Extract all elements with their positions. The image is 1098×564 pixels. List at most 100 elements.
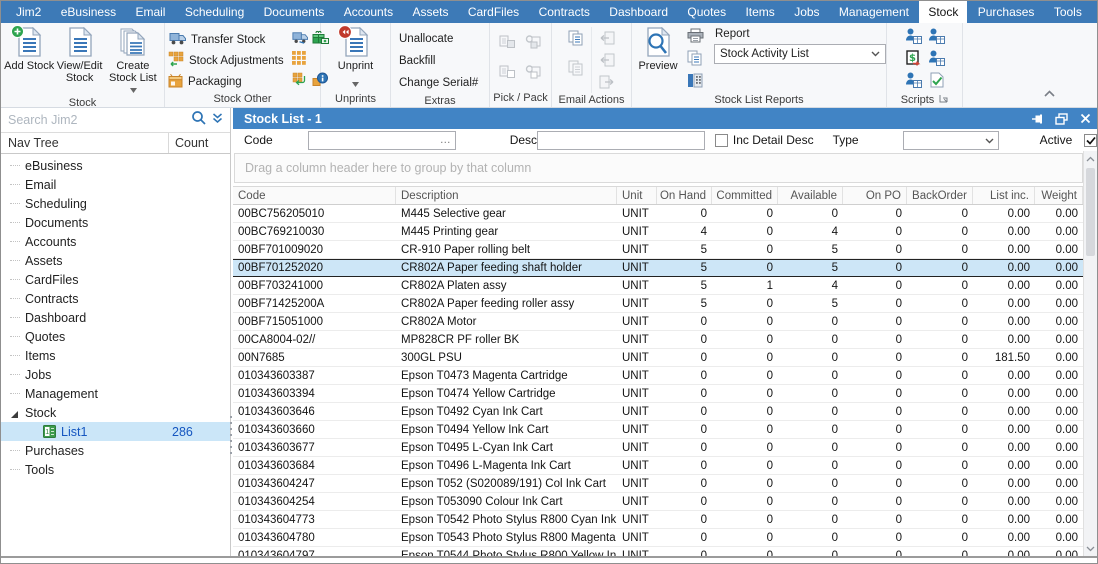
menubar-tab-stock[interactable]: Stock xyxy=(919,1,967,23)
table-row[interactable]: 00BF701252020CR802A Paper feeding shaft … xyxy=(233,259,1083,277)
nav-item-scheduling[interactable]: Scheduling xyxy=(1,194,230,213)
nav-item-documents[interactable]: Documents xyxy=(1,213,230,232)
menubar-tab-management[interactable]: Management xyxy=(830,1,918,23)
nav-item-management[interactable]: Management xyxy=(1,384,230,403)
active-checkbox[interactable] xyxy=(1084,134,1097,147)
extras-item-change-serial[interactable]: Change Serial# xyxy=(394,72,483,94)
nav-item-dashboard[interactable]: Dashboard xyxy=(1,308,230,327)
extras-item-backfill[interactable]: Backfill xyxy=(394,50,440,72)
copy-to-email-icon[interactable] xyxy=(564,27,588,49)
nav-item-quotes[interactable]: Quotes xyxy=(1,327,230,346)
table-row[interactable]: 010343603646Epson T0492 Cyan Ink CartUNI… xyxy=(233,403,1083,421)
menubar-tab-tools[interactable]: Tools xyxy=(1045,1,1091,23)
column-header-on_hand[interactable]: On Hand xyxy=(657,187,712,204)
table-row[interactable]: 00N7685300GL PSUUNIT00000181.500.00 xyxy=(233,349,1083,367)
search-icon[interactable] xyxy=(191,110,206,130)
table-row[interactable]: 00BF71425200ACR802A Paper feeding roller… xyxy=(233,295,1083,313)
report-select[interactable]: Stock Activity List xyxy=(714,44,886,64)
column-header-on_po[interactable]: On PO xyxy=(843,187,907,204)
table-row[interactable]: 00BC769210030M445 Printing gearUNIT40400… xyxy=(233,223,1083,241)
close-icon[interactable] xyxy=(1073,108,1097,129)
print-icon[interactable] xyxy=(687,28,704,48)
pick-all-icon[interactable] xyxy=(525,35,542,54)
scripts-dialog-launcher-icon[interactable] xyxy=(939,94,948,106)
scroll-down-icon[interactable] xyxy=(1084,541,1097,556)
export-list-icon[interactable] xyxy=(687,73,704,93)
table-row[interactable]: 010343603394Epson T0474 Yellow Cartridge… xyxy=(233,385,1083,403)
table-row[interactable]: 010343604773Epson T0542 Photo Stylus R80… xyxy=(233,511,1083,529)
create-stock-list-button[interactable]: Create Stock List xyxy=(105,25,161,96)
expand-arrow-icon[interactable] xyxy=(10,408,19,422)
nav-tree-column-header[interactable]: Nav Tree xyxy=(1,133,169,153)
table-row[interactable]: 010343604797Epson T0544 Photo Stylus R80… xyxy=(233,547,1083,556)
script-person-icon[interactable] xyxy=(928,28,945,49)
add-stock-button[interactable]: Add Stock xyxy=(4,25,54,72)
search-options-chevron-icon[interactable] xyxy=(212,111,223,129)
transfer-stock-button[interactable]: Transfer Stock xyxy=(168,29,284,50)
script-validate-icon[interactable] xyxy=(929,72,944,93)
type-filter-select[interactable] xyxy=(903,131,999,150)
copy-from-email-icon[interactable] xyxy=(564,57,588,79)
menubar-tab-items[interactable]: Items xyxy=(736,1,783,23)
stock-adjustments-button[interactable]: Stock Adjustments xyxy=(168,50,284,71)
nav-item-purchases[interactable]: Purchases xyxy=(1,441,230,460)
table-row[interactable]: 00BC756205010M445 Selective gearUNIT0000… xyxy=(233,205,1083,223)
table-row[interactable]: 010343603684Epson T0496 L-Magenta Ink Ca… xyxy=(233,457,1083,475)
inc-detail-desc-checkbox[interactable] xyxy=(715,134,728,147)
column-header-description[interactable]: Description xyxy=(396,187,617,204)
menubar-tab-documents[interactable]: Documents xyxy=(255,1,334,23)
table-row[interactable]: 010343604247Epson T052 (S020089/191) Col… xyxy=(233,475,1083,493)
menubar-tab-quotes[interactable]: Quotes xyxy=(678,1,735,23)
nav-item-list1[interactable]: 1List1286 xyxy=(1,422,230,441)
column-header-available[interactable]: Available xyxy=(778,187,843,204)
menubar-tab-ebusiness[interactable]: eBusiness xyxy=(52,1,125,23)
table-row[interactable]: 010343603660Epson T0494 Yellow Ink CartU… xyxy=(233,421,1083,439)
nav-item-items[interactable]: Items xyxy=(1,346,230,365)
count-column-header[interactable]: Count xyxy=(169,133,230,153)
nav-item-stock[interactable]: Stock xyxy=(1,403,230,422)
unprint-button[interactable]: Unprint xyxy=(330,25,382,92)
code-filter-input[interactable] xyxy=(309,133,436,147)
menubar-tab-scheduling[interactable]: Scheduling xyxy=(176,1,253,23)
search-input[interactable] xyxy=(8,113,185,127)
scroll-up-icon[interactable] xyxy=(1084,151,1097,166)
menubar-tab-jobs[interactable]: Jobs xyxy=(785,1,828,23)
scrollbar-thumb[interactable] xyxy=(1086,168,1095,256)
pin-icon[interactable] xyxy=(1025,108,1049,129)
column-header-unit[interactable]: Unit xyxy=(617,187,657,204)
nav-item-contracts[interactable]: Contracts xyxy=(1,289,230,308)
nav-item-accounts[interactable]: Accounts xyxy=(1,232,230,251)
column-header-list_inc[interactable]: List inc. xyxy=(973,187,1035,204)
menubar-tab-assets[interactable]: Assets xyxy=(403,1,457,23)
pack-all-icon[interactable] xyxy=(525,65,542,84)
table-row[interactable]: 00BF701009020CR-910 Paper rolling beltUN… xyxy=(233,241,1083,259)
extras-item-unallocate[interactable]: Unallocate xyxy=(394,28,458,50)
email-reply-icon[interactable] xyxy=(595,27,619,49)
menubar-tab-jim2[interactable]: Jim2 xyxy=(7,1,50,23)
email-forward-icon[interactable] xyxy=(595,71,619,93)
preview-button[interactable]: Preview xyxy=(635,25,681,93)
email-reply-all-icon[interactable] xyxy=(595,49,619,71)
column-header-weight[interactable]: Weight xyxy=(1035,187,1083,204)
column-header-backorder[interactable]: BackOrder xyxy=(907,187,973,204)
nav-item-assets[interactable]: Assets xyxy=(1,251,230,270)
packaging-button[interactable]: Packaging xyxy=(168,71,284,92)
vertical-scrollbar[interactable] xyxy=(1083,151,1097,556)
collapse-ribbon-button[interactable] xyxy=(1044,84,1055,102)
nav-item-cardfiles[interactable]: CardFiles xyxy=(1,270,230,289)
table-row[interactable]: 00BF715051000CR802A MotorUNIT000000.000.… xyxy=(233,313,1083,331)
column-header-code[interactable]: Code xyxy=(233,187,396,204)
group-by-panel[interactable]: Drag a column header here to group by th… xyxy=(234,153,1083,183)
menubar-tab-email[interactable]: Email xyxy=(126,1,174,23)
column-header-committed[interactable]: Committed xyxy=(712,187,778,204)
pack-stock-icon[interactable] xyxy=(499,65,516,84)
view-edit-stock-button[interactable]: View/Edit Stock xyxy=(54,25,104,84)
nav-item-jobs[interactable]: Jobs xyxy=(1,365,230,384)
restore-window-icon[interactable] xyxy=(1049,108,1073,129)
script-person-icon[interactable] xyxy=(928,50,945,71)
splitter-handle[interactable] xyxy=(228,416,234,458)
script-price-update-icon[interactable]: $ xyxy=(906,50,921,71)
table-row[interactable]: 00BF703241000CR802A Platen assyUNIT51400… xyxy=(233,277,1083,295)
pick-stock-icon[interactable] xyxy=(499,35,516,54)
nav-item-tools[interactable]: Tools xyxy=(1,460,230,479)
